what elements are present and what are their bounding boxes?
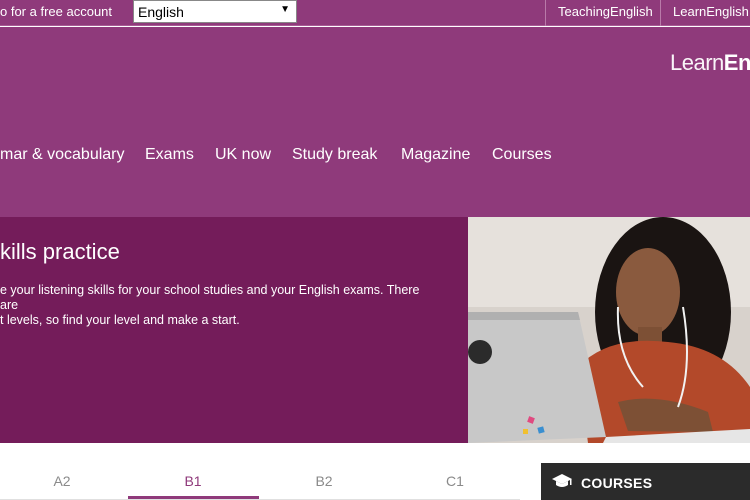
tab-b2[interactable]: B2 (259, 473, 389, 489)
top-bar: o for a free account English ▼ TeachingE… (0, 0, 750, 26)
language-select[interactable]: English ▼ (133, 0, 297, 23)
tab-a2[interactable]: A2 (0, 473, 127, 489)
tab-b1[interactable]: B1 (128, 473, 258, 489)
student-laptop-illustration (468, 217, 750, 443)
nav-courses[interactable]: Courses (492, 146, 552, 164)
courses-panel-header[interactable]: COURSES (541, 463, 750, 500)
nav-exams[interactable]: Exams (145, 146, 194, 164)
language-select-value: English (138, 4, 184, 20)
graduation-cap-icon (551, 473, 573, 494)
hero-panel: kills practice e your listening skills f… (0, 217, 468, 443)
learnenglish-kids-link[interactable]: LearnEnglish K (660, 0, 750, 26)
hero-description: e your listening skills for your school … (0, 283, 420, 327)
nav-grammar-vocabulary[interactable]: mar & vocabulary (0, 146, 125, 164)
courses-label: COURSES (581, 475, 653, 491)
nav-magazine[interactable]: Magazine (401, 146, 470, 164)
page-title: kills practice (0, 239, 120, 264)
tab-c1[interactable]: C1 (390, 473, 520, 489)
nav-uk-now[interactable]: UK now (215, 146, 271, 164)
hero-photo (468, 217, 750, 443)
teachingenglish-link[interactable]: TeachingEnglish (545, 0, 665, 26)
signup-link[interactable]: o for a free account (0, 4, 112, 19)
site-header: LearnEn mar & vocabulary Exams UK now St… (0, 27, 750, 217)
dropdown-arrow-icon: ▼ (280, 4, 290, 15)
nav-study-break[interactable]: Study break (292, 146, 377, 164)
site-logo[interactable]: LearnEn (670, 50, 750, 76)
level-tabs: A2 B1 B2 C1 (0, 443, 520, 500)
